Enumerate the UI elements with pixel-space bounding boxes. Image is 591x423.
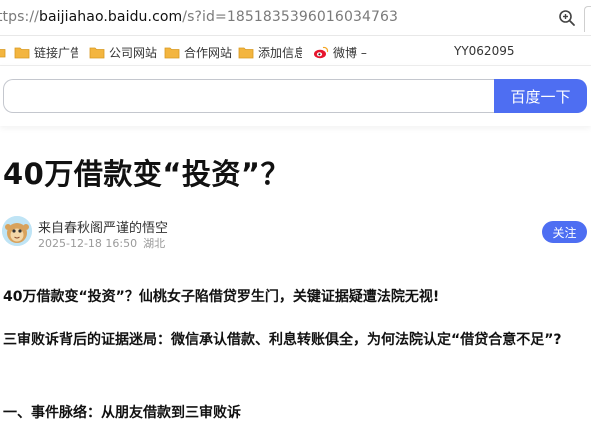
bookmark-user-id[interactable]: YY062095	[454, 44, 514, 58]
folder-icon	[164, 47, 180, 58]
url-text[interactable]: https://baijiahao.baidu.com/s?id=1851835…	[0, 9, 398, 25]
url-path: /s?id=1851835396016034763	[182, 9, 398, 25]
search-header: 百度一下	[0, 66, 591, 126]
zoom-in-icon[interactable]	[558, 9, 576, 27]
bookmark-item-weibo[interactable]: 微博 –	[313, 43, 367, 61]
bookmark-item[interactable]: 合作网站	[164, 43, 232, 61]
bookmark-partial[interactable]	[0, 43, 10, 61]
folder-icon	[89, 47, 105, 58]
author-name[interactable]: 来自春秋阁严谨的悟空	[38, 217, 168, 236]
article-title: 40万借款变“投资”？	[3, 157, 290, 191]
search-button[interactable]: 百度一下	[494, 79, 587, 113]
bookmark-label: 合作网站	[184, 45, 233, 60]
publish-date: 2025-12-18 16:50	[38, 237, 138, 250]
tab-edge	[584, 6, 591, 32]
search-input[interactable]	[3, 79, 497, 113]
folder-icon	[238, 47, 254, 58]
publish-location: 湖北	[143, 237, 166, 250]
avatar-image	[2, 216, 32, 246]
article-paragraph: 三审败诉背后的证据迷局：微信承认借款、利息转账俱全，为何法院认定“借贷合意不足”…	[3, 332, 562, 348]
url-host: baijiahao.baidu.com	[38, 9, 183, 25]
author-avatar[interactable]	[2, 216, 32, 246]
url-prefix: https://	[0, 9, 39, 25]
folder-icon	[0, 49, 6, 58]
bookmark-item[interactable]: 添加信息	[238, 43, 302, 61]
bookmark-item[interactable]: 链接广告	[14, 43, 78, 61]
article-meta: 2025-12-18 16:50 湖北	[38, 235, 165, 251]
article-section-heading: 一、事件脉络：从朋友借款到三审败诉	[3, 405, 241, 421]
bookmark-label: 链接广告	[34, 45, 78, 60]
follow-button[interactable]: 关注	[542, 221, 587, 243]
folder-icon	[14, 47, 30, 58]
bookmark-item[interactable]: 公司网站	[89, 43, 157, 61]
bookmark-label: 微博 –	[333, 45, 367, 60]
bookmark-label: 添加信息	[258, 45, 302, 60]
article-paragraph: 40万借款变“投资”？仙桃女子陷借贷罗生门，关键证据疑遭法院无视!	[3, 289, 440, 305]
weibo-icon	[314, 46, 329, 59]
bookmark-label: 公司网站	[109, 45, 158, 60]
address-bar[interactable]: https://baijiahao.baidu.com/s?id=1851835…	[0, 0, 591, 36]
bookmarks-bar: 链接广告 公司网站 合作网站 添加信息 微博 – YY062095	[0, 36, 591, 66]
